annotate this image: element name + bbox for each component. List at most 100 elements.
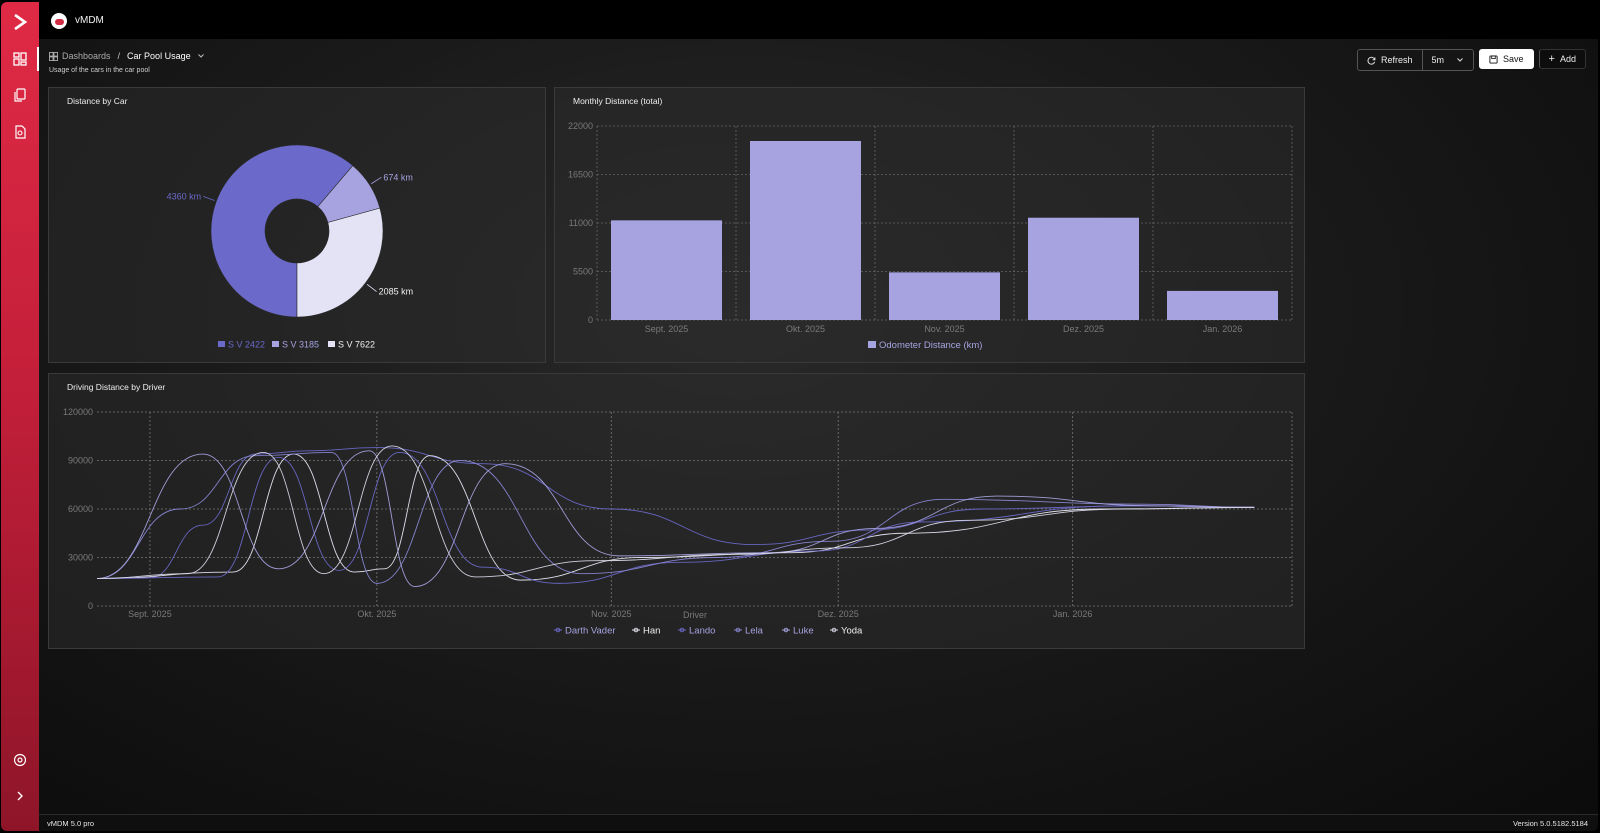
y-tick-label: 90000 <box>68 456 93 466</box>
series-line <box>96 445 1255 579</box>
app-logo-icon <box>51 12 67 29</box>
legend-swatch <box>328 341 335 347</box>
x-tick-label: Nov. 2025 <box>924 324 964 334</box>
series-line <box>96 447 1255 579</box>
version-label: Version 5.0.5182.5184 <box>1512 818 1588 828</box>
legend-item: Lela <box>745 626 764 637</box>
sidebar-item-dashboards[interactable] <box>1 44 39 74</box>
line-chart: 0 30000 60000 90000 120000 Sept. 2025 Okt. 202… <box>63 407 1293 637</box>
breadcrumb-root-link[interactable]: Dashboards <box>62 51 111 61</box>
x-tick-label: Okt. 2025 <box>357 609 396 619</box>
x-tick-label: Dez. 2025 <box>818 609 859 619</box>
legend-item: Darth Vader <box>565 626 616 637</box>
x-tick-label: Sept. 2025 <box>645 324 689 334</box>
legend-item: Odometer Distance (km) <box>879 340 982 351</box>
y-tick-label: 60000 <box>68 504 93 514</box>
dashboard-toolbar: Refresh 5m Save + Add <box>1357 49 1586 71</box>
plus-icon: + <box>1548 52 1555 65</box>
chevron-down-icon[interactable] <box>197 52 205 60</box>
y-tick-label: 22000 <box>568 121 593 131</box>
series-line <box>96 451 1255 584</box>
bar-chart: 0 5500 11000 16500 22000 Sept. 2025 Okt. 2025 N… <box>568 121 1293 351</box>
sidebar-item-documents[interactable] <box>1 80 39 110</box>
edition-label: vMDM 5.0 pro <box>47 818 95 828</box>
top-bar: vMDM <box>39 2 1598 39</box>
breadcrumb: Dashboards / Car Pool Usage <box>49 51 205 61</box>
refresh-icon <box>1367 56 1376 65</box>
sidebar-expand-button[interactable] <box>1 781 39 811</box>
x-tick-label: Jan. 2026 <box>1203 324 1243 334</box>
save-label: Save <box>1503 54 1524 64</box>
series-line <box>96 453 1255 581</box>
dashboard-area: Dashboards / Car Pool Usage Usage of the… <box>39 39 1598 814</box>
legend-item: Luke <box>793 626 814 637</box>
pie-slice <box>296 207 384 318</box>
refresh-control: Refresh 5m <box>1357 49 1475 71</box>
legend-swatch <box>868 341 876 348</box>
refresh-button[interactable]: Refresh <box>1358 50 1422 70</box>
copy-documents-icon <box>14 88 26 102</box>
dashboard-grid-icon <box>13 52 27 66</box>
refresh-label: Refresh <box>1381 55 1413 65</box>
legend-item: S V 3185 <box>282 340 319 350</box>
gear-icon <box>13 753 27 767</box>
add-label: Add <box>1559 54 1576 64</box>
legend-item: Yoda <box>841 626 863 637</box>
file-report-icon <box>15 125 26 139</box>
series-line <box>96 450 1255 588</box>
legend-item: Han <box>643 626 660 637</box>
sidebar-rail <box>1 2 39 831</box>
legend-item: Lando <box>689 626 715 637</box>
app-window: vMDM Dashboards / Car Pool Usage Usage o… <box>1 2 1598 831</box>
refresh-interval-value: 5m <box>1431 55 1445 65</box>
sidebar-item-settings[interactable] <box>1 745 39 775</box>
breadcrumb-current[interactable]: Car Pool Usage <box>127 51 191 61</box>
pie-data-label: 4360 km <box>167 191 202 201</box>
x-tick-label: Dez. 2025 <box>1063 324 1104 334</box>
add-button[interactable]: + Add <box>1538 49 1586 69</box>
y-tick-label: 120000 <box>63 407 93 417</box>
pie-label-leader <box>366 283 377 292</box>
save-disk-icon <box>1489 54 1498 64</box>
legend-swatch <box>218 341 225 347</box>
pie-panel: Distance by Car 4360 km 674 km 2085 km S V … <box>48 87 546 363</box>
pie-data-label: 674 km <box>383 172 413 182</box>
y-tick-label: 11000 <box>569 218 593 228</box>
bar <box>611 220 722 320</box>
bar <box>750 140 861 320</box>
pie-label-leader <box>203 196 215 201</box>
legend-swatch <box>272 341 279 347</box>
series-line <box>96 451 1255 584</box>
save-button[interactable]: Save <box>1479 49 1534 69</box>
refresh-interval-select[interactable]: 5m <box>1421 50 1474 70</box>
y-tick-label: 30000 <box>68 553 93 563</box>
dashboard-subtitle: Usage of the cars in the car pool <box>49 67 150 74</box>
bar <box>1028 217 1139 320</box>
bar-panel: Monthly Distance (total) 0 5500 11000 16500… <box>554 87 1305 363</box>
legend-item: S V 2422 <box>228 340 265 350</box>
pie-chart: 4360 km 674 km 2085 km S V 2422 S V 3185 S V … <box>167 144 414 350</box>
y-tick-label: 0 <box>588 315 593 325</box>
x-tick-label: Jan. 2026 <box>1053 609 1093 619</box>
sidebar-item-reports[interactable] <box>1 117 39 147</box>
line-panel: Driving Distance by Driver 0 30000 60000 90… <box>48 373 1305 649</box>
x-tick-label: Okt. 2025 <box>786 324 825 334</box>
bar <box>1167 290 1278 320</box>
x-tick-label: Nov. 2025 <box>591 609 631 619</box>
brand-chevron-icon[interactable] <box>1 6 39 38</box>
x-axis-label: Driver <box>683 610 707 620</box>
pie-label-leader <box>371 176 382 185</box>
y-tick-label: 0 <box>88 601 93 611</box>
bar <box>889 272 1000 320</box>
app-title: vMDM <box>75 15 104 26</box>
chevron-down-icon <box>1457 58 1463 62</box>
y-tick-label: 5500 <box>573 267 593 277</box>
dashboard-grid-icon <box>49 51 58 61</box>
y-tick-label: 16500 <box>568 170 593 180</box>
breadcrumb-separator: / <box>117 51 121 61</box>
pie-data-label: 2085 km <box>379 287 414 297</box>
x-tick-label: Sept. 2025 <box>128 609 172 619</box>
legend-item: S V 7622 <box>338 340 375 350</box>
status-footer: vMDM 5.0 pro Version 5.0.5182.5184 <box>39 814 1598 831</box>
chevron-right-icon <box>17 791 23 801</box>
